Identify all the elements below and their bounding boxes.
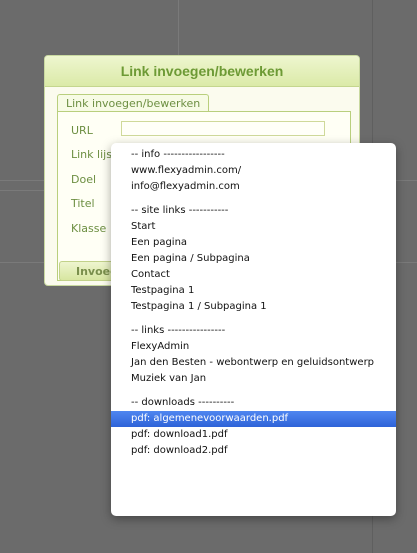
- class-label: Klasse: [71, 222, 107, 235]
- dialog-titlebar[interactable]: Link invoegen/bewerken: [45, 56, 359, 87]
- option-item[interactable]: Muziek van Jan: [111, 371, 396, 387]
- title-label: Titel: [71, 197, 95, 210]
- dialog-title: Link invoegen/bewerken: [120, 63, 284, 79]
- option-spacer: [111, 315, 396, 323]
- option-item[interactable]: pdf: download1.pdf: [111, 427, 396, 443]
- option-group-header: -- downloads ----------: [131, 397, 235, 408]
- option-spacer: [111, 195, 396, 203]
- background-line: [0, 262, 46, 263]
- option-item[interactable]: Een pagina: [111, 235, 396, 251]
- background-line: [178, 0, 179, 60]
- option-item[interactable]: Testpagina 1 / Subpagina 1: [111, 299, 396, 315]
- background-line: [0, 190, 46, 191]
- option-group-header: -- site links -----------: [131, 205, 229, 216]
- background-line: [395, 262, 417, 263]
- background-line: [0, 180, 46, 181]
- url-input[interactable]: [121, 121, 325, 136]
- option-spacer: [111, 387, 396, 395]
- option-item[interactable]: pdf: download2.pdf: [111, 443, 396, 459]
- option-group-header: -- info -----------------: [131, 149, 225, 160]
- option-item[interactable]: Testpagina 1: [111, 283, 396, 299]
- background-line: [395, 180, 417, 181]
- option-item[interactable]: www.flexyadmin.com/: [111, 163, 396, 179]
- url-label: URL: [71, 124, 93, 137]
- option-item[interactable]: Start: [111, 219, 396, 235]
- option-item[interactable]: Een pagina / Subpagina: [111, 251, 396, 267]
- link-list-label: Link lijst: [71, 148, 117, 161]
- option-group-header: -- links ----------------: [131, 325, 226, 336]
- option-item[interactable]: info@flexyadmin.com: [111, 179, 396, 195]
- link-list-dropdown[interactable]: -- info ----------------- www.flexyadmin…: [111, 143, 396, 516]
- option-item[interactable]: Contact: [111, 267, 396, 283]
- tab-link-insert-edit[interactable]: Link invoegen/bewerken: [57, 94, 210, 112]
- target-label: Doel: [71, 173, 97, 186]
- option-item-selected[interactable]: pdf: algemenevoorwaarden.pdf: [111, 411, 396, 427]
- option-item[interactable]: FlexyAdmin: [111, 339, 396, 355]
- option-item[interactable]: Jan den Besten - webontwerp en geluidson…: [111, 355, 396, 371]
